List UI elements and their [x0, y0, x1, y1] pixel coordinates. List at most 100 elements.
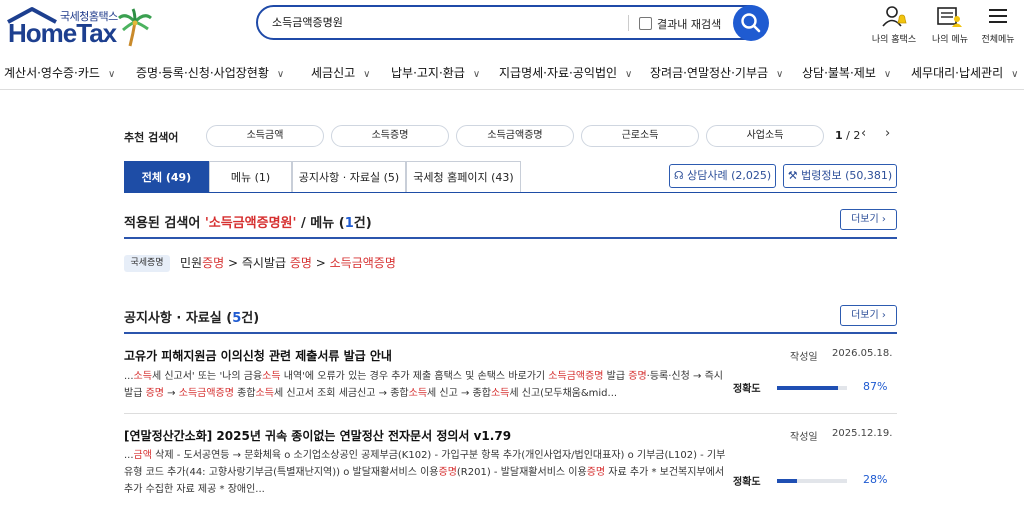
- post-snippet: ...소득세 신고서' 또는 '나의 금융소득 내역'에 오류가 있는 경우 추…: [124, 368, 728, 402]
- main-nav: 계산서·영수증·카드 ∨ 증명·등록·신청·사업장현황 ∨ 세금신고 ∨ 납부·고지·…: [0, 56, 1024, 90]
- snippet-text: 종합: [233, 388, 256, 399]
- my-menu-label: 나의 메뉴: [932, 35, 968, 45]
- title-suffix: 건): [353, 216, 372, 231]
- title-suffix: 건): [241, 311, 260, 326]
- my-hometax-button[interactable]: 나의 홈택스: [868, 4, 920, 48]
- hometax-logo[interactable]: 국세청홈택스 HomeTax: [6, 6, 152, 48]
- snippet-text: 발급: [603, 371, 629, 382]
- snippet-highlight: 소득: [490, 388, 510, 399]
- logo-title: HomeTax: [8, 18, 117, 48]
- search-input[interactable]: [272, 15, 612, 28]
- snippet-text: 세 신고(모두채움&mid...: [509, 388, 618, 399]
- nav-item-incentive[interactable]: 장려금·연말정산·기부금 ∨: [650, 64, 783, 81]
- crumb-sep: >: [311, 256, 330, 270]
- recommend-keyword[interactable]: 사업소득: [706, 125, 824, 147]
- snippet-highlight: 증명: [628, 371, 647, 382]
- nav-item-certificate[interactable]: 증명·등록·신청·사업장현황 ∨: [136, 64, 284, 81]
- crumb-sep: > 즉시발급: [224, 256, 290, 270]
- next-page-icon[interactable]: ›: [885, 126, 890, 141]
- chevron-down-icon: ∨: [107, 69, 116, 80]
- consult-cases-button[interactable]: ☊ 상담사례 (2,025): [669, 164, 776, 188]
- snippet-text: ...: [124, 371, 134, 382]
- chevron-down-icon: ∨: [276, 69, 285, 80]
- title-prefix: 공지사항 · 자료실 (: [124, 311, 233, 326]
- recommend-keyword[interactable]: 근로소득: [581, 125, 699, 147]
- my-menu-button[interactable]: 나의 메뉴: [924, 4, 976, 48]
- date-label: 작성일: [790, 352, 818, 363]
- recommend-pager: 1 / 2: [835, 129, 860, 142]
- result-count: 5: [232, 311, 242, 326]
- nav-label: 세무대리·납세관리: [911, 66, 1004, 80]
- section-divider: [124, 332, 897, 334]
- accuracy-bar: [777, 479, 847, 483]
- accuracy-bar: [777, 386, 847, 390]
- law-info-button[interactable]: ⚒ 법령정보 (50,381): [783, 164, 897, 188]
- snippet-highlight: 금액: [133, 450, 152, 461]
- nav-item-payment[interactable]: 납부·고지·환급 ∨: [391, 64, 480, 81]
- page-sep: /: [846, 129, 850, 142]
- prev-page-icon[interactable]: ‹: [861, 126, 866, 141]
- nav-item-agent[interactable]: 세무대리·납세관리 ∨: [911, 64, 1018, 81]
- tab-all[interactable]: 전체 (49): [124, 161, 209, 193]
- recheck-label: 결과내 재검색: [657, 18, 722, 31]
- law-info-label: 법령정보 (50,381): [801, 169, 893, 182]
- accuracy-fill: [777, 386, 838, 390]
- recheck-checkbox[interactable]: [639, 17, 652, 30]
- nav-label: 납부·고지·환급: [391, 66, 465, 80]
- snippet-highlight: 소득금액증명: [548, 371, 604, 382]
- nav-label: 지급명세·자료·공익법인: [499, 66, 618, 80]
- nav-label: 장려금·연말정산·기부금: [650, 66, 769, 80]
- nav-label: 증명·등록·신청·사업장현황: [136, 66, 269, 80]
- crumb-highlight: 증명: [289, 256, 312, 270]
- nav-label: 세금신고: [311, 66, 356, 80]
- tab-menu[interactable]: 메뉴 (1): [209, 161, 292, 193]
- snippet-highlight: 소득: [133, 371, 152, 382]
- accuracy-fill: [777, 479, 797, 483]
- search-button[interactable]: [733, 5, 769, 41]
- section-divider: [124, 237, 897, 239]
- crumb-part: 민원: [180, 256, 203, 270]
- all-menu-label: 전체메뉴: [981, 35, 1015, 45]
- palm-tree-icon: [118, 8, 152, 47]
- recommend-keyword[interactable]: 소득증명: [331, 125, 449, 147]
- post-snippet: ...금액 삭제 - 도서공연등 → 문화체육 ο 소기업소상공인 공제부금(K…: [124, 447, 728, 498]
- crumb-highlight: 증명: [202, 256, 225, 270]
- my-hometax-label: 나의 홈택스: [871, 35, 917, 45]
- title-prefix: 적용된 검색어: [124, 216, 205, 231]
- nav-item-statement[interactable]: 지급명세·자료·공익법인 ∨: [499, 64, 632, 81]
- nav-label: 상담·불복·제보: [802, 66, 876, 80]
- crumb-highlight: 소득금액증명: [329, 256, 396, 270]
- nav-item-consult[interactable]: 상담·불복·제보 ∨: [802, 64, 891, 81]
- snippet-text: 세 신고서' 또는 '나의 금융: [151, 371, 263, 382]
- more-button[interactable]: 더보기 ›: [840, 209, 897, 230]
- recommend-keyword[interactable]: 소득금액: [206, 125, 324, 147]
- post-title[interactable]: [연말정산간소화] 2025년 귀속 종이없는 연말정산 전자문서 정의서 v1…: [124, 427, 511, 444]
- more-button[interactable]: 더보기 ›: [840, 305, 897, 326]
- post-date: 2025.12.19.: [832, 428, 893, 439]
- nav-item-tax-report[interactable]: 세금신고 ∨: [311, 64, 371, 81]
- recommend-label: 추천 검색어: [124, 131, 179, 144]
- menu-breadcrumb[interactable]: 민원증명 > 즉시발급 증명 > 소득금액증명: [180, 254, 396, 271]
- chevron-down-icon: ∨: [883, 69, 892, 80]
- more-label: 더보기: [851, 310, 879, 321]
- chevron-right-icon: ›: [881, 310, 886, 321]
- chevron-down-icon: ∨: [472, 69, 481, 80]
- all-menu-button[interactable]: 전체메뉴: [972, 4, 1024, 48]
- snippet-text: 내역'에 오류가 있는 경우 추가 제출 홈택스 및 손택스 바로가기: [280, 371, 549, 382]
- chevron-down-icon: ∨: [625, 69, 633, 80]
- snippet-text: (R201) - 발달재활서비스 이용: [456, 467, 587, 478]
- top-bar: 국세청홈택스 HomeTax 결과내 재검색 나의 홈택스: [0, 0, 1024, 52]
- page-current: 1: [835, 129, 843, 142]
- search-divider: [628, 15, 629, 31]
- tab-notice[interactable]: 공지사항 · 자료실 (5): [292, 161, 406, 193]
- recommend-keyword[interactable]: 소득금액증명: [456, 125, 574, 147]
- page-total: 2: [853, 129, 861, 142]
- post-title[interactable]: 고유가 피해지원금 이의신청 관련 제출서류 발급 안내: [124, 347, 392, 364]
- my-menu-icon: [937, 7, 962, 27]
- chevron-down-icon: ∨: [363, 69, 371, 80]
- tabs-underline: [124, 192, 897, 193]
- tab-nts-homepage[interactable]: 국세청 홈페이지 (43): [406, 161, 521, 193]
- nav-item-invoice[interactable]: 계산서·영수증·카드 ∨: [4, 64, 115, 81]
- consult-cases-label: 상담사례 (2,025): [687, 169, 772, 182]
- chevron-down-icon: ∨: [1011, 69, 1019, 80]
